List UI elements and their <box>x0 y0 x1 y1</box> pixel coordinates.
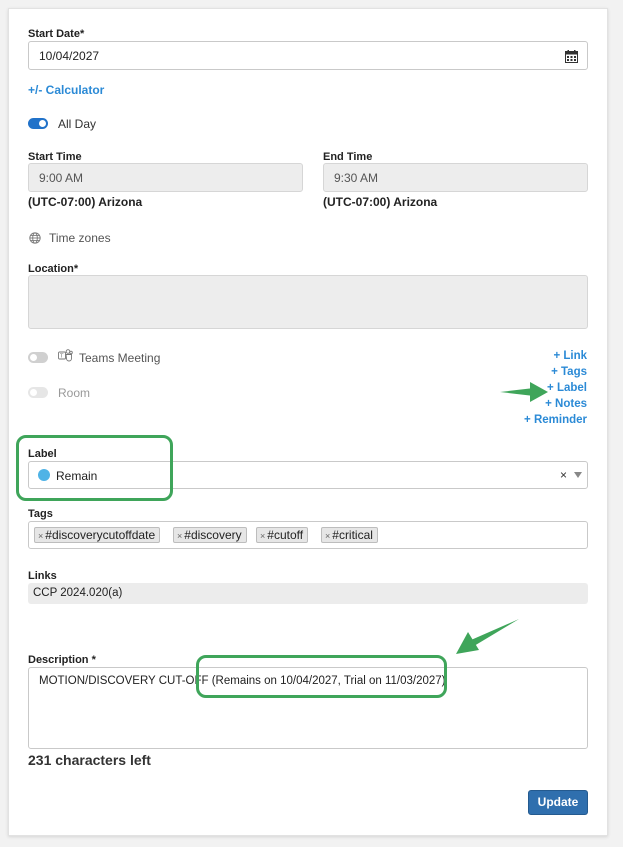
arrow-to-description <box>456 619 519 654</box>
annotation-arrows <box>456 382 548 654</box>
arrow-to-add-label <box>500 382 548 402</box>
